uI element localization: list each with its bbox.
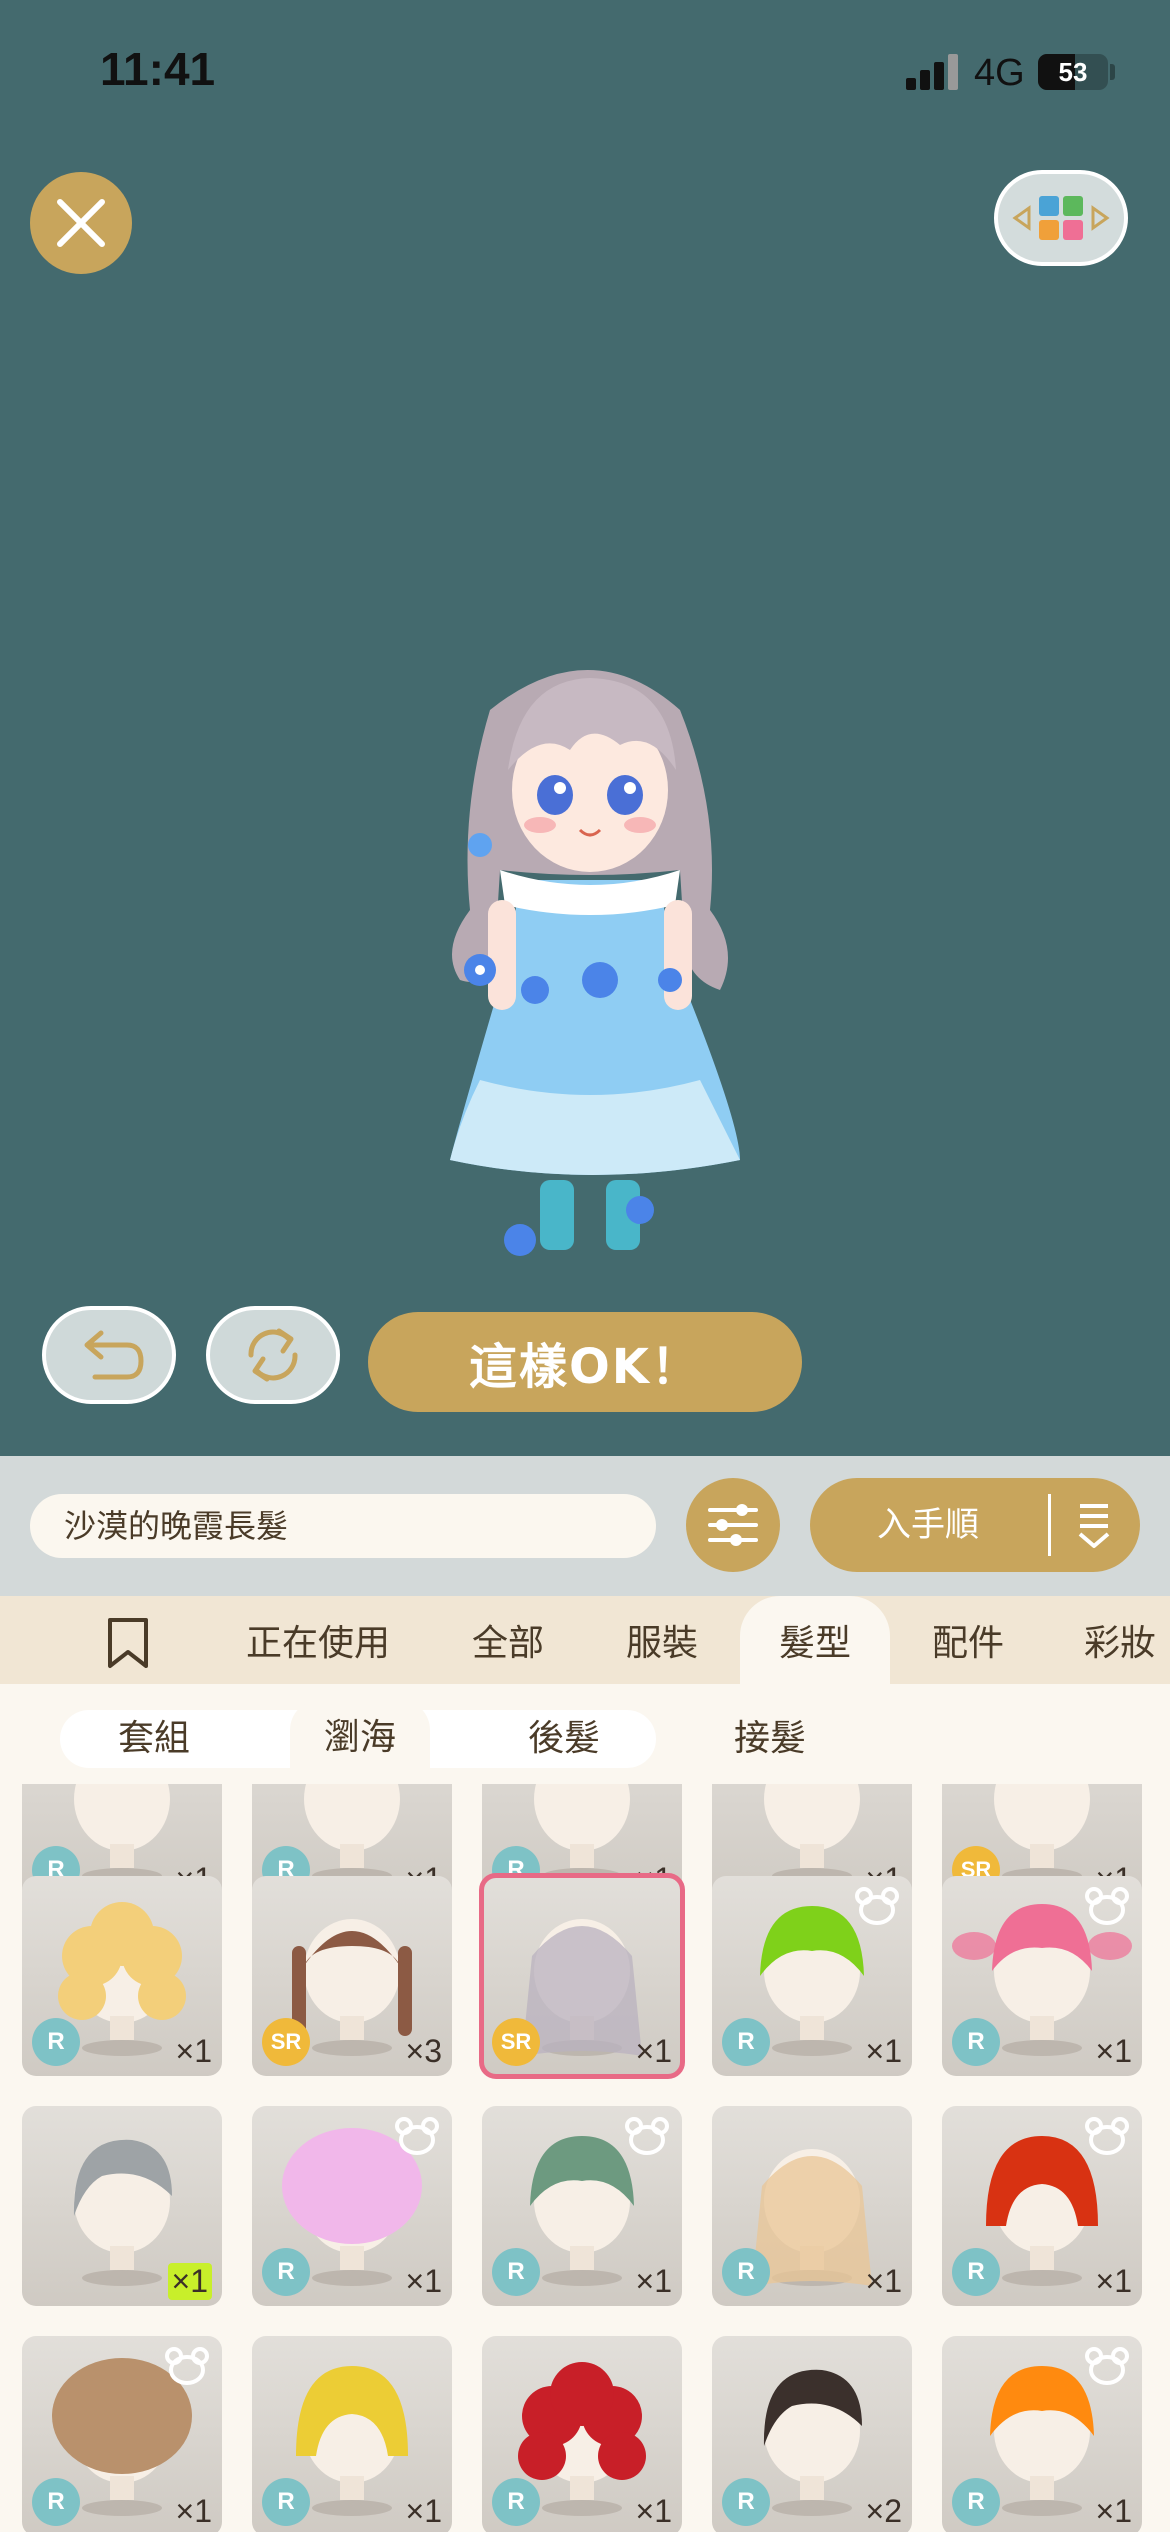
rarity-badge: R bbox=[952, 2478, 1000, 2526]
hair-item-card[interactable]: R ×1 bbox=[942, 2336, 1142, 2532]
subtab-bangs[interactable]: 瀏海 bbox=[290, 1700, 430, 1768]
item-quantity: ×1 bbox=[405, 2263, 442, 2299]
item-quantity: ×1 bbox=[405, 2493, 442, 2529]
rarity-badge: R bbox=[262, 2478, 310, 2526]
hair-item-card[interactable]: R ×1 bbox=[252, 2106, 452, 2306]
tab-makeup[interactable]: 彩妝 bbox=[1084, 1596, 1156, 1684]
close-button[interactable] bbox=[30, 172, 132, 274]
hair-item-card[interactable]: R ×1 bbox=[712, 2106, 912, 2306]
bear-badge-icon bbox=[165, 2347, 209, 2385]
item-quantity: ×1 bbox=[865, 2263, 902, 2299]
rarity-badge: SR bbox=[492, 2018, 540, 2066]
rarity-badge: R bbox=[952, 2018, 1000, 2066]
rotate-button[interactable] bbox=[206, 1306, 340, 1404]
item-quantity: ×2 bbox=[865, 2493, 902, 2529]
rotate-icon bbox=[248, 1328, 298, 1382]
close-icon bbox=[57, 199, 105, 247]
hair-item-card[interactable]: ×1 bbox=[22, 2106, 222, 2306]
search-panel: 沙漠的晚霞長髮 入手順 bbox=[0, 1456, 1170, 1596]
item-quantity: ×3 bbox=[405, 2033, 442, 2069]
item-quantity: ×1 bbox=[167, 2263, 212, 2300]
status-bar: 11:41 4G 53 bbox=[0, 0, 1170, 140]
rarity-badge: R bbox=[32, 2018, 80, 2066]
rarity-badge: R bbox=[32, 2478, 80, 2526]
bear-badge-icon bbox=[1085, 2117, 1129, 2155]
sort-button[interactable]: 入手順 bbox=[810, 1478, 1140, 1572]
item-grid: R×1R×1R×1×1SR×1R×1SR×3SR×1R×1R×1×1R×1R×1… bbox=[0, 1784, 1170, 2532]
hair-item-card[interactable]: R ×1 bbox=[482, 2106, 682, 2306]
rarity-badge: R bbox=[722, 2478, 770, 2526]
rarity-badge: R bbox=[492, 2478, 540, 2526]
hair-item-card[interactable]: R ×2 bbox=[712, 2336, 912, 2532]
sort-desc-icon bbox=[1078, 1504, 1110, 1548]
item-quantity: ×1 bbox=[175, 2033, 212, 2069]
bear-badge-icon bbox=[1085, 1887, 1129, 1925]
layout-switch-icon bbox=[1012, 196, 1110, 240]
battery-level: 53 bbox=[1058, 57, 1088, 87]
rarity-badge: R bbox=[722, 2248, 770, 2296]
layout-switch-button[interactable] bbox=[994, 170, 1128, 266]
item-quantity: ×1 bbox=[635, 2033, 672, 2069]
item-quantity: ×1 bbox=[635, 2493, 672, 2529]
filter-button[interactable] bbox=[686, 1478, 780, 1572]
hair-item-card[interactable]: R ×1 bbox=[482, 2336, 682, 2532]
bear-badge-icon bbox=[1085, 2347, 1129, 2385]
rarity-badge: R bbox=[492, 2248, 540, 2296]
bear-badge-icon bbox=[395, 2117, 439, 2155]
category-tabs: 正在使用 全部 服裝 髮型 配件 彩妝 bbox=[0, 1596, 1170, 1684]
hair-item-card[interactable]: SR ×1 bbox=[479, 1873, 685, 2079]
bookmark-icon[interactable] bbox=[106, 1616, 150, 1670]
hair-item-card[interactable]: R ×1 bbox=[942, 2106, 1142, 2306]
rarity-badge: R bbox=[262, 2248, 310, 2296]
subtab-back-hair[interactable]: 後髮 bbox=[494, 1710, 634, 1768]
confirm-ok-button[interactable]: 這樣OK！ bbox=[368, 1312, 802, 1412]
tab-all[interactable]: 全部 bbox=[472, 1596, 544, 1684]
character-avatar bbox=[450, 670, 740, 1256]
hair-item-card[interactable]: R ×1 bbox=[22, 2336, 222, 2532]
item-quantity: ×1 bbox=[1095, 2493, 1132, 2529]
hair-item-card[interactable]: R ×1 bbox=[252, 2336, 452, 2532]
hair-subtabs: 套組 瀏海 後髮 接髮 bbox=[0, 1684, 1170, 1784]
tab-in-use[interactable]: 正在使用 bbox=[246, 1596, 390, 1684]
tab-hairstyle[interactable]: 髮型 bbox=[740, 1596, 890, 1684]
hair-item-card[interactable]: SR ×3 bbox=[252, 1876, 452, 2076]
undo-icon bbox=[84, 1330, 144, 1380]
status-time: 11:41 bbox=[100, 43, 216, 95]
battery-icon: 53 bbox=[1038, 54, 1108, 90]
rarity-badge: SR bbox=[262, 2018, 310, 2066]
filter-sliders-icon bbox=[708, 1504, 758, 1546]
bear-badge-icon bbox=[855, 1887, 899, 1925]
tab-accessories[interactable]: 配件 bbox=[932, 1596, 1004, 1684]
sort-divider bbox=[1048, 1494, 1051, 1556]
search-input[interactable]: 沙漠的晚霞長髮 bbox=[30, 1494, 656, 1558]
rarity-badge: R bbox=[952, 2248, 1000, 2296]
item-quantity: ×1 bbox=[1095, 2033, 1132, 2069]
hair-item-card[interactable]: R ×1 bbox=[712, 1876, 912, 2076]
network-label: 4G bbox=[974, 52, 1025, 94]
rarity-badge: R bbox=[722, 2018, 770, 2066]
subtab-extensions[interactable]: 接髮 bbox=[700, 1710, 840, 1768]
item-quantity: ×1 bbox=[635, 2263, 672, 2299]
hair-item-card[interactable]: R ×1 bbox=[942, 1876, 1142, 2076]
sort-label: 入手順 bbox=[877, 1505, 979, 1545]
undo-button[interactable] bbox=[42, 1306, 176, 1404]
subtab-sets[interactable]: 套組 bbox=[84, 1710, 224, 1768]
battery-tip bbox=[1110, 64, 1115, 80]
item-quantity: ×1 bbox=[865, 2033, 902, 2069]
signal-icon bbox=[906, 54, 960, 90]
item-quantity: ×1 bbox=[1095, 2263, 1132, 2299]
hair-item-card[interactable]: R ×1 bbox=[22, 1876, 222, 2076]
item-quantity: ×1 bbox=[175, 2493, 212, 2529]
bear-badge-icon bbox=[625, 2117, 669, 2155]
tab-clothing[interactable]: 服裝 bbox=[626, 1596, 698, 1684]
